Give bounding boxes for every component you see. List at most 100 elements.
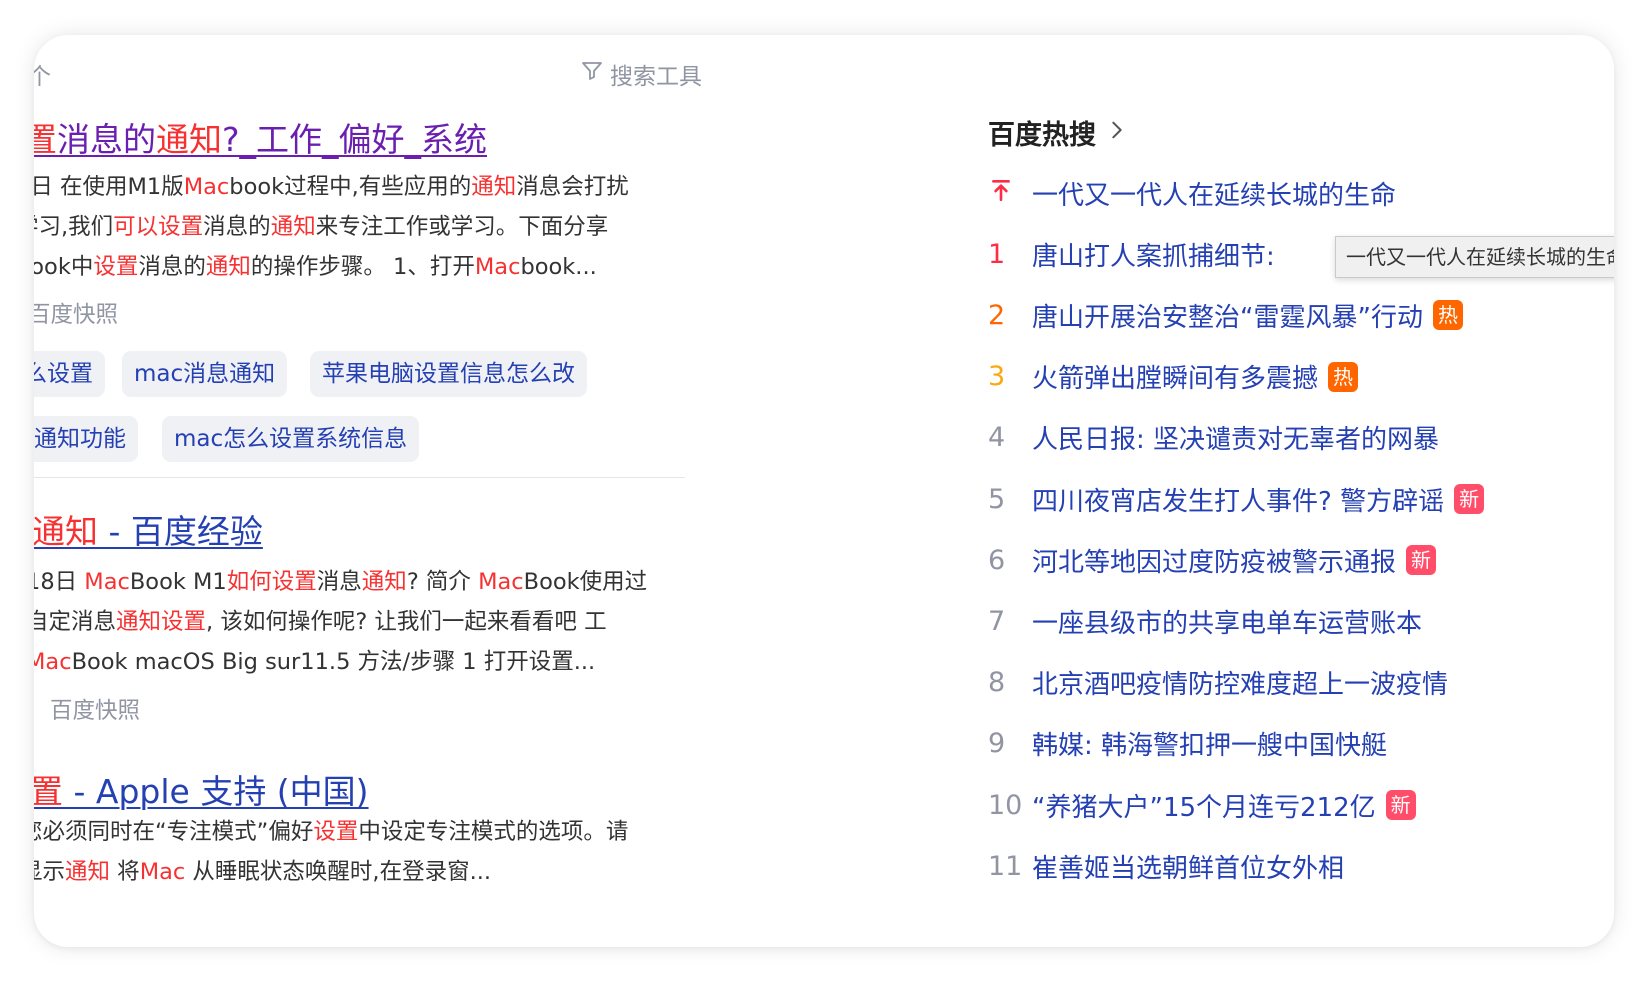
snippet-highlight-text: Mac bbox=[84, 569, 130, 595]
snippet-line: 学习,我们可以设置消息的通知来专注工作或学习。下面分享 bbox=[34, 207, 629, 247]
related-chip-1[interactable]: 么设置 bbox=[34, 351, 105, 397]
hot-search-item[interactable]: 5 四川夜宵店发生打人事件? 警方辟谣新 bbox=[988, 477, 1485, 521]
browser-viewport: 个 搜索工具 置消息的通知?_工作_偏好_系统 1日 在使用M1版Macbook… bbox=[34, 35, 1614, 947]
snippet-highlight-text: 通知 bbox=[361, 569, 407, 595]
hot-search-item[interactable]: 8 北京酒吧疫情防控难度超上一波疫情 bbox=[988, 661, 1448, 705]
snippet-highlight-text: 通知 bbox=[270, 214, 316, 240]
hot-search-text: 河北等地因过度防疫被警示通报 bbox=[1032, 547, 1397, 578]
snippet-highlight-text: Mac bbox=[183, 174, 230, 200]
title-text: ?_工作_偏好_系统 bbox=[222, 120, 488, 159]
hot-search-panel: 百度热搜 一代又一代人在延续长城的生命 1 唐山打人案抓捕细节: 2 唐山开展治安整治… bbox=[988, 35, 1614, 947]
hot-rank-number: 11 bbox=[988, 850, 1023, 882]
snippet-text: 显示 bbox=[34, 859, 66, 885]
snippet-line: MacBook macOS Big sur11.5 方法/步骤 1 打开设置..… bbox=[34, 642, 647, 682]
snippet-highlight-text: 可以设置 bbox=[113, 214, 204, 240]
related-chip-5[interactable]: mac怎么设置系统信息 bbox=[162, 416, 420, 462]
title-highlight-text: 置 bbox=[34, 120, 57, 159]
hot-search-text: 韩媒: 韩海警扣押一艘中国快艇 bbox=[1032, 731, 1388, 762]
result-source-1[interactable]: 百度快照 bbox=[34, 297, 118, 329]
new-badge: 新 bbox=[1385, 790, 1416, 820]
new-badge: 新 bbox=[1454, 484, 1485, 514]
snippet-line: 自定消息通知设置, 该如何操作呢? 让我们一起来看看吧 工 bbox=[34, 602, 647, 642]
hover-tooltip: 一代又一代人在延续长城的生命 bbox=[1335, 236, 1614, 278]
snippet-line: book中设置消息的通知的操作步骤。 1、打开Macbook... bbox=[34, 247, 629, 287]
snippet-text: 您必须同时在“专注模式”偏好 bbox=[34, 819, 314, 845]
related-chip-2[interactable]: mac消息通知 bbox=[122, 351, 288, 397]
snippet-text: book... bbox=[520, 254, 597, 280]
funnel-icon bbox=[580, 59, 604, 89]
hot-search-item[interactable]: 10 “养猪大户”15个月连亏212亿新 bbox=[988, 783, 1416, 827]
snippet-highlight-text: 通知 bbox=[65, 859, 111, 885]
snippet-text: ? 简介 bbox=[406, 569, 479, 595]
snippet-text: 中设定专注模式的选项。请 bbox=[358, 819, 629, 845]
hot-search-title: 百度热搜 bbox=[988, 120, 1096, 151]
hot-search-text: “养猪大户”15个月连亏212亿 bbox=[1032, 792, 1376, 823]
snippet-text: book过程中,有些应用的 bbox=[229, 174, 472, 200]
new-badge: 新 bbox=[1406, 545, 1437, 576]
hot-rank-number: 5 bbox=[988, 483, 1006, 515]
hot-search-item[interactable]: 9 韩媒: 韩海警扣押一艘中国快艇 bbox=[988, 722, 1387, 766]
hot-search-text: 火箭弹出膛瞬间有多震撼 bbox=[1032, 364, 1319, 395]
hot-rank-number: 7 bbox=[988, 605, 1006, 637]
snippet-text: Book使用过 bbox=[523, 569, 648, 595]
result-title-1[interactable]: 置消息的通知?_工作_偏好_系统 bbox=[34, 113, 487, 161]
snippet-highlight-text: 通知设置 bbox=[116, 609, 207, 635]
snippet-line: 1日 在使用M1版Macbook过程中,有些应用的通知消息会打扰 bbox=[34, 167, 629, 207]
search-tools-label: 搜索工具 bbox=[610, 64, 702, 90]
snippet-text: Book macOS Big sur11.5 方法/步骤 1 打开设置... bbox=[71, 649, 596, 675]
hot-rank-number: 3 bbox=[988, 361, 1006, 393]
snippet-highlight-text: Mac bbox=[34, 649, 72, 675]
title-highlight-text: 置 bbox=[34, 772, 63, 811]
snippet-highlight-text: 通知 bbox=[205, 254, 251, 280]
hot-search-item[interactable]: 4 人民日报: 坚决谴责对无辜者的网暴 bbox=[988, 416, 1439, 460]
hot-rank-number: 8 bbox=[988, 667, 1006, 699]
snippet-line: 18日 MacBook M1如何设置消息通知? 简介 MacBook使用过 bbox=[34, 562, 647, 602]
hot-search-item[interactable]: 一代又一代人在延续长城的生命 bbox=[988, 171, 1396, 215]
hot-search-item[interactable]: 1 唐山打人案抓捕细节: bbox=[988, 232, 1275, 276]
snippet-text: 将 bbox=[110, 859, 140, 885]
hot-search-header[interactable]: 百度热搜 bbox=[988, 113, 1128, 152]
hot-rank-number: 9 bbox=[988, 728, 1006, 760]
hot-rank-number: 2 bbox=[988, 299, 1006, 331]
snippet-text: 消息 bbox=[316, 569, 362, 595]
snippet-text: 消息的 bbox=[138, 254, 206, 280]
result-title-3[interactable]: 置 - Apple 支持 (中国) bbox=[34, 765, 369, 813]
hot-search-text: 四川夜宵店发生打人事件? 警方辟谣 bbox=[1032, 486, 1445, 517]
related-chip-4[interactable]: 通知功能 bbox=[34, 416, 138, 462]
snippet-text: 消息会打扰 bbox=[516, 174, 629, 200]
related-chip-3[interactable]: 苹果电脑设置信息怎么改 bbox=[310, 351, 587, 397]
result-snippet-1: 1日 在使用M1版Macbook过程中,有些应用的通知消息会打扰学习,我们可以设… bbox=[34, 167, 629, 287]
hot-search-text: 唐山打人案抓捕细节: bbox=[1032, 241, 1275, 272]
search-results-column: 个 搜索工具 置消息的通知?_工作_偏好_系统 1日 在使用M1版Macbook… bbox=[34, 35, 724, 947]
hot-search-item[interactable]: 11 崔善姬当选朝鲜首位女外相 bbox=[988, 844, 1344, 888]
hot-search-item[interactable]: 6 河北等地因过度防疫被警示通报新 bbox=[988, 538, 1437, 582]
hot-rank-number: 10 bbox=[988, 789, 1023, 821]
title-highlight-text: 通知 bbox=[34, 512, 98, 551]
title-text: - 百度经验 bbox=[98, 512, 263, 551]
hot-rank-number: 6 bbox=[988, 544, 1006, 576]
search-tools-button[interactable]: 搜索工具 bbox=[580, 57, 702, 91]
hot-search-item[interactable]: 7 一座县级市的共享电单车运营账本 bbox=[988, 599, 1422, 643]
snippet-highlight-text: 通知 bbox=[471, 174, 517, 200]
snippet-text: 的操作步骤。 1、打开 bbox=[250, 254, 475, 280]
result-divider bbox=[34, 477, 685, 478]
result-title-2[interactable]: 通知 - 百度经验 bbox=[34, 505, 263, 553]
snippet-text: Book M1 bbox=[129, 569, 227, 595]
title-text: - Apple 支持 (中国) bbox=[63, 772, 369, 811]
snippet-highlight-text: Mac bbox=[474, 254, 521, 280]
snippet-text: 从睡眠状态唤醒时,在登录窗... bbox=[185, 859, 492, 885]
result-source-2[interactable]: 百度快照 bbox=[50, 693, 140, 725]
hot-badge: 热 bbox=[1328, 361, 1359, 392]
snippet-line: 显示通知 将Mac 从睡眠状态唤醒时,在登录窗... bbox=[34, 852, 628, 892]
hot-search-item[interactable]: 3 火箭弹出膛瞬间有多震撼热 bbox=[988, 355, 1359, 399]
snippet-highlight-text: 设置 bbox=[313, 819, 359, 845]
hot-search-text: 北京酒吧疫情防控难度超上一波疫情 bbox=[1032, 670, 1449, 701]
hot-search-text: 一代又一代人在延续长城的生命 bbox=[1032, 180, 1397, 211]
hot-search-item[interactable]: 2 唐山开展治安整治“雷霆风暴”行动热 bbox=[988, 293, 1463, 337]
hot-rank-number: 1 bbox=[988, 238, 1006, 270]
result-snippet-3: 您必须同时在“专注模式”偏好设置中设定专注模式的选项。请显示通知 将Mac 从睡… bbox=[34, 812, 628, 892]
title-text: 消息的 bbox=[57, 120, 156, 159]
hot-badge: 热 bbox=[1432, 300, 1463, 331]
hot-search-text: 一座县级市的共享电单车运营账本 bbox=[1032, 608, 1423, 639]
snippet-highlight-text: Mac bbox=[478, 569, 524, 595]
